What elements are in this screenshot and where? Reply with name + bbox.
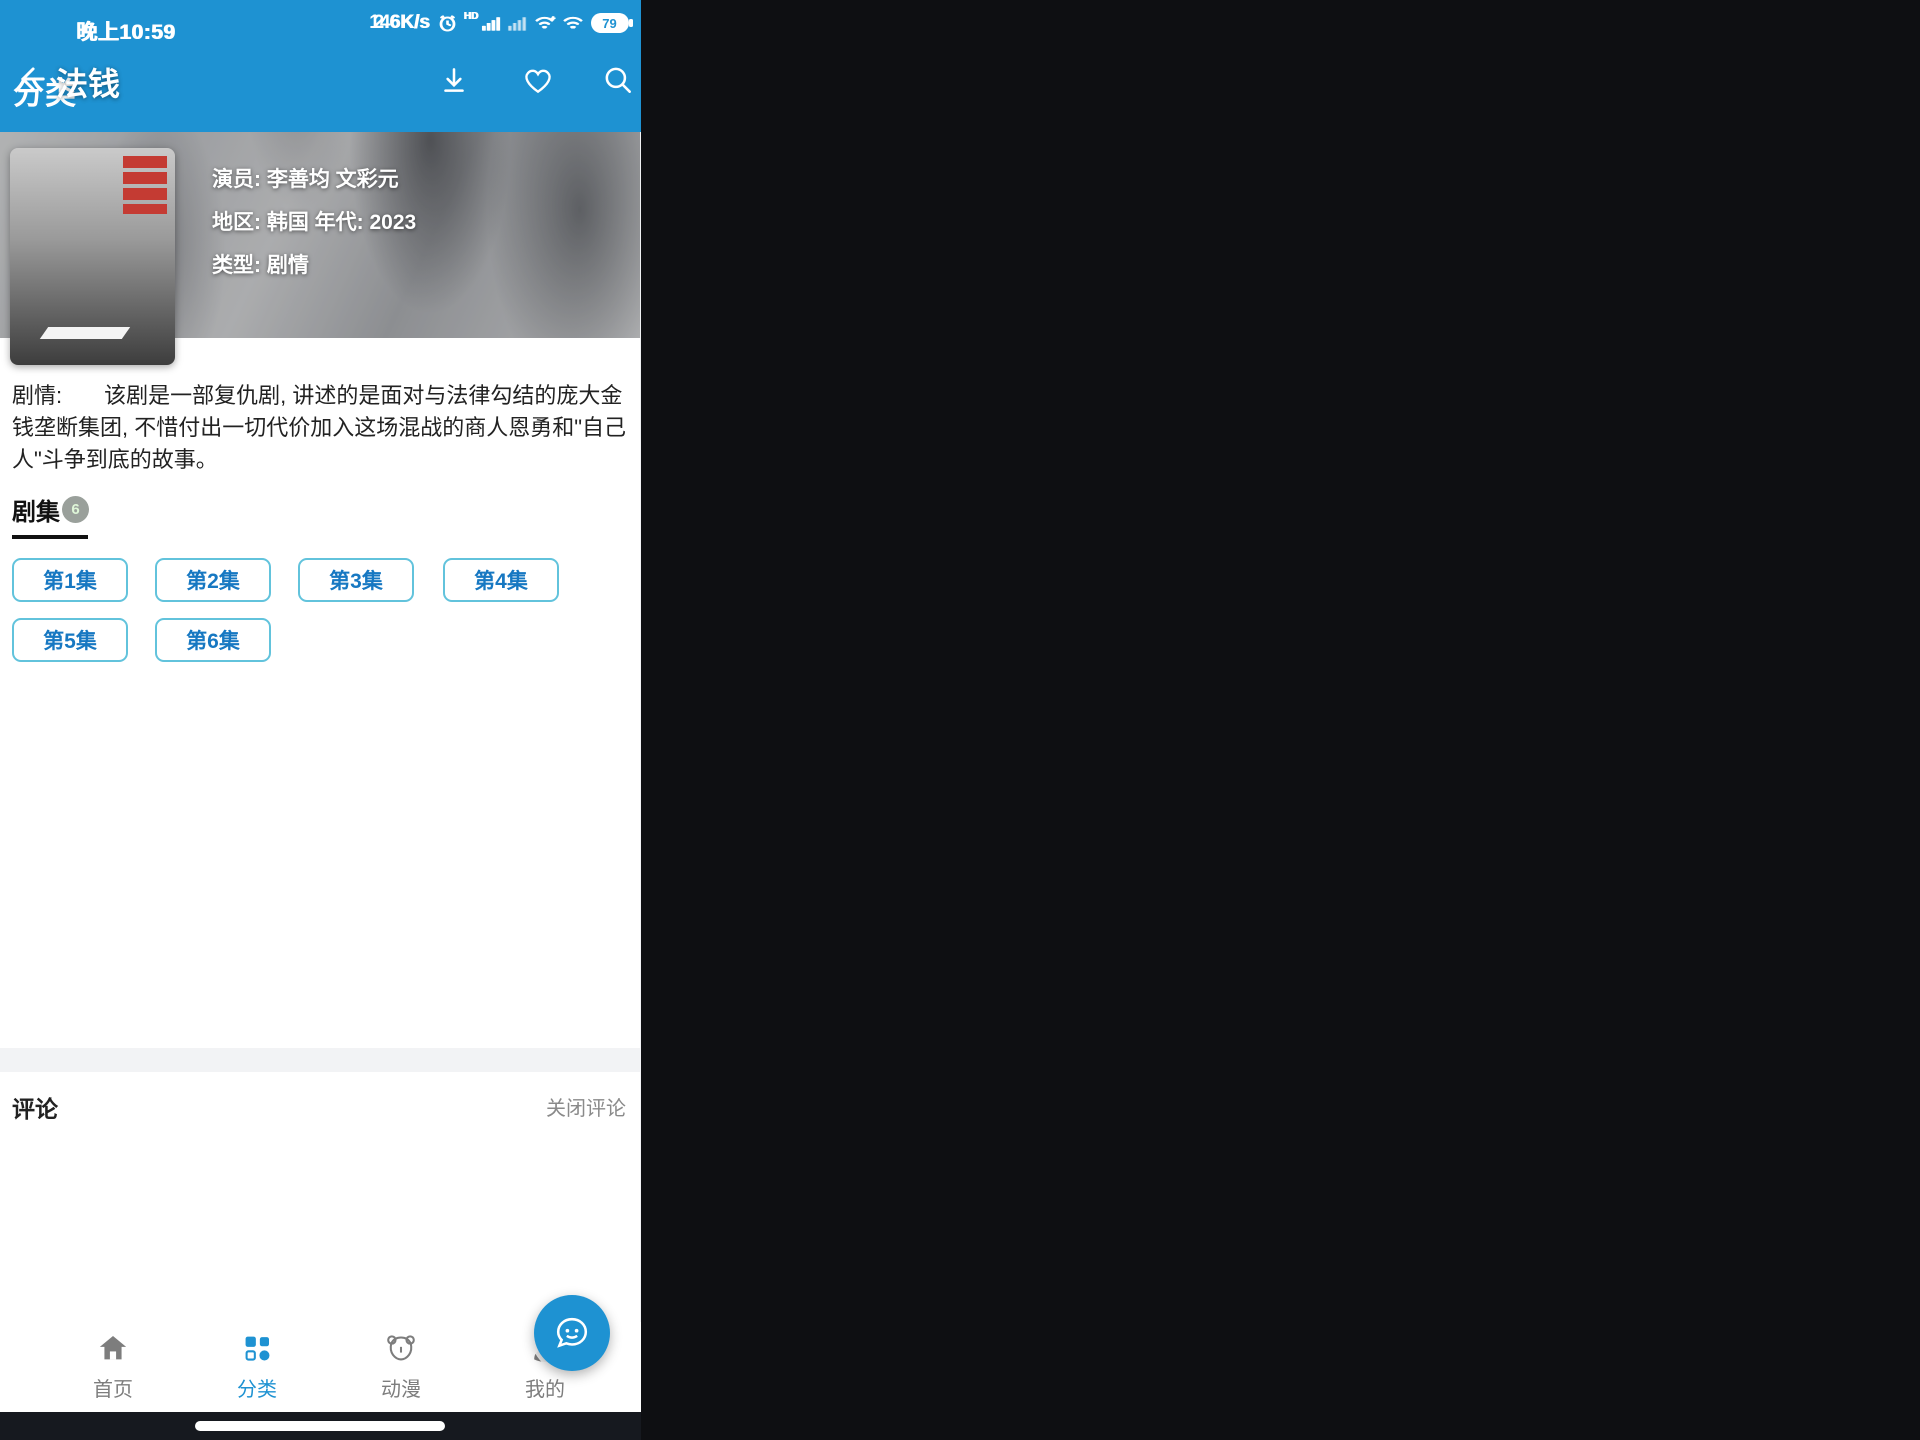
download-icon[interactable] — [437, 63, 471, 97]
detail-header: 法钱 — [0, 55, 640, 107]
detail-title: 法钱 — [56, 66, 121, 102]
synopsis-label: 剧情: — [12, 383, 63, 408]
close-comments-link[interactable]: 关闭评论 — [546, 1092, 626, 1121]
nav-label: 动漫 — [381, 1379, 421, 1401]
back-icon[interactable] — [14, 61, 50, 97]
section-separator — [0, 1048, 640, 1072]
alarm-icon — [439, 15, 454, 32]
info-type: 类型: 剧情 — [212, 254, 309, 277]
nav-anime[interactable]: 动漫 — [341, 1332, 461, 1402]
synopsis-text: 该剧是一部复仇剧, 讲述的是面对与法律勾结的庞大金钱垄断集团, 不惜付出一切代价… — [12, 383, 627, 472]
episode-button-5[interactable]: 第5集 — [12, 618, 128, 662]
episode-button-4[interactable]: 第4集 — [443, 558, 559, 602]
chat-fab[interactable] — [534, 1295, 610, 1371]
detail-poster — [10, 148, 175, 365]
koala-icon — [387, 1335, 415, 1361]
status-bar: 晚上10:59 2.6K/s HD 79 — [0, 0, 640, 55]
synopsis: 剧情: 该剧是一部复仇剧, 讲述的是面对与法律勾结的庞大金钱垄断集团, 不惜付出一… — [12, 380, 628, 476]
status-time: 晚上10:59 — [76, 21, 176, 44]
network-speed: 2.6K/s — [373, 12, 430, 33]
wifi-icon — [563, 16, 582, 29]
system-bar — [0, 1412, 640, 1440]
nav-label: 首页 — [93, 1379, 133, 1401]
battery-level: 79 — [602, 15, 617, 31]
signal2-icon — [507, 17, 526, 31]
episode-button-1[interactable]: 第1集 — [12, 558, 128, 602]
nav-category[interactable]: 分类 — [197, 1332, 317, 1402]
heart-icon[interactable] — [521, 63, 555, 97]
nav-label: 我的 — [525, 1379, 565, 1401]
episodes-underline — [12, 535, 88, 539]
hd-label: HD — [463, 11, 478, 22]
episodes-label: 剧集 — [12, 499, 60, 526]
episode-button-6[interactable]: 第6集 — [155, 618, 271, 662]
episodes-heading: 剧集 6 — [12, 492, 89, 527]
battery-icon: 79 — [591, 13, 632, 33]
nav-home[interactable]: 首页 — [53, 1332, 173, 1402]
detail-info: 演员: 李善均 文彩元 地区: 韩国 年代: 2023 类型: 剧情 — [212, 158, 416, 287]
episode-button-3[interactable]: 第3集 — [298, 558, 414, 602]
episode-button-2[interactable]: 第2集 — [155, 558, 271, 602]
grid-icon — [245, 1336, 270, 1361]
comments-title: 评论 — [12, 1096, 58, 1122]
home-indicator[interactable] — [195, 1421, 445, 1431]
wifi-plus-icon — [535, 16, 555, 29]
nav-label: 分类 — [237, 1379, 277, 1401]
info-actors: 演员: 李善均 文彩元 — [212, 168, 399, 191]
signal-icon — [481, 17, 500, 31]
episode-count-badge: 6 — [62, 496, 89, 523]
chat-bubble-icon — [556, 1317, 588, 1348]
search-icon[interactable] — [601, 63, 635, 97]
comments-row: 评论 关闭评论 — [0, 1086, 640, 1126]
detail-screen: 晚上10:59 2.6K/s HD 79 法钱 演员: 李善均 文彩元 地区: … — [0, 0, 640, 1440]
home-icon — [99, 1336, 127, 1360]
info-region-year: 地区: 韩国 年代: 2023 — [212, 211, 417, 234]
status-icons: 2.6K/s HD 79 — [373, 11, 632, 34]
